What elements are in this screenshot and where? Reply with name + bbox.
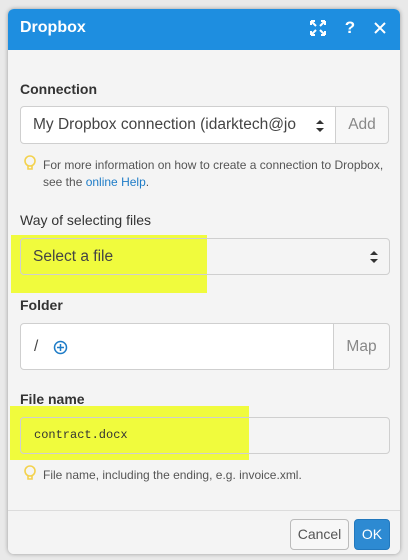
way-of-selecting-select[interactable]: Select a file bbox=[20, 238, 390, 275]
dialog-header: Dropbox ? bbox=[8, 9, 400, 50]
connection-hint-suffix: . bbox=[145, 175, 150, 189]
file-name-input[interactable]: contract.docx bbox=[20, 417, 390, 454]
file-name-label: File name bbox=[20, 391, 85, 407]
add-folder-icon[interactable] bbox=[53, 340, 68, 355]
dialog-footer: Cancel OK bbox=[8, 510, 400, 554]
file-name-value: contract.docx bbox=[34, 428, 128, 442]
way-of-selecting-label: Way of selecting files bbox=[20, 212, 151, 228]
cancel-button[interactable]: Cancel bbox=[290, 519, 349, 550]
file-name-hint-text: File name, including the ending, e.g. in… bbox=[43, 468, 302, 482]
dialog-title: Dropbox bbox=[20, 19, 86, 36]
folder-field[interactable]: / bbox=[20, 323, 334, 370]
dropbox-dialog: Dropbox ? Connection My Dropbox connecti… bbox=[8, 9, 400, 554]
lightbulb-icon bbox=[24, 155, 36, 170]
way-select-value: Select a file bbox=[33, 248, 114, 265]
connection-select[interactable]: My Dropbox connection (idarktech@jo bbox=[20, 106, 336, 144]
map-button[interactable]: Map bbox=[333, 323, 390, 370]
folder-value: / bbox=[34, 338, 39, 355]
select-caret-icon bbox=[316, 120, 324, 132]
expand-icon[interactable] bbox=[308, 18, 328, 38]
help-icon[interactable]: ? bbox=[340, 18, 360, 38]
add-connection-button[interactable]: Add bbox=[335, 106, 389, 144]
ok-button[interactable]: OK bbox=[354, 519, 390, 550]
connection-label: Connection bbox=[20, 81, 97, 97]
close-icon[interactable] bbox=[370, 18, 390, 38]
select-caret-icon bbox=[370, 251, 378, 263]
dialog-body: Connection My Dropbox connection (idarkt… bbox=[8, 50, 400, 510]
folder-label: Folder bbox=[20, 297, 63, 313]
lightbulb-icon bbox=[24, 465, 36, 480]
online-help-link[interactable]: online Help bbox=[86, 175, 146, 189]
connection-select-value: My Dropbox connection (idarktech@jo bbox=[33, 116, 296, 133]
